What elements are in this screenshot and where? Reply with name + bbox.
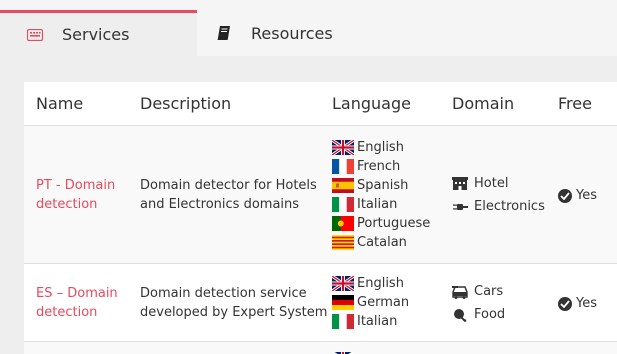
- service-description: Domain detector for Hotels and Electroni…: [140, 178, 317, 212]
- tab-services[interactable]: Services: [0, 10, 197, 56]
- domain-item: Cars: [452, 282, 505, 301]
- tab-bar: Services Resources: [0, 0, 617, 56]
- header-domain: Domain: [452, 94, 515, 113]
- book-icon: [215, 24, 233, 42]
- domain-item: Hotel: [452, 174, 545, 193]
- check-circle-icon: [558, 188, 572, 203]
- drumstick-icon: [452, 308, 468, 322]
- check-circle-icon: [558, 296, 572, 311]
- language-list: English French Spanish Italian Portugues…: [332, 138, 430, 252]
- language-item: Portuguese: [332, 214, 430, 233]
- uk-flag-icon: [332, 276, 354, 291]
- free-status: Yes: [558, 294, 597, 313]
- table-header: Name Description Language Domain Free: [24, 82, 617, 126]
- free-status: Yes: [558, 186, 597, 205]
- table-row: PT - Domain detection Domain detector fo…: [24, 126, 617, 264]
- header-language: Language: [332, 94, 411, 113]
- domain-list: Cars Food: [452, 282, 505, 324]
- tab-resources[interactable]: Resources: [197, 10, 397, 56]
- france-flag-icon: [332, 159, 354, 174]
- uk-flag-icon: [332, 140, 354, 155]
- service-name-link[interactable]: PT - Domain detection: [36, 176, 115, 214]
- domain-list: Hotel Electronics: [452, 174, 545, 216]
- plug-icon: [452, 200, 468, 214]
- car-icon: [452, 285, 468, 299]
- keyboard-icon: [26, 26, 44, 44]
- service-description: Domain detection service developed by Ex…: [140, 286, 328, 320]
- table-row: ES – Domain detection Domain detection s…: [24, 264, 617, 342]
- language-item: Spanish: [332, 176, 430, 195]
- italy-flag-icon: [332, 197, 354, 212]
- header-free: Free: [558, 94, 592, 113]
- language-item: English: [332, 274, 409, 293]
- header-name: Name: [36, 94, 84, 113]
- catalonia-flag-icon: [332, 235, 354, 250]
- header-description: Description: [140, 94, 232, 113]
- language-item: Italian: [332, 312, 409, 331]
- services-table: Name Description Language Domain Free PT…: [24, 82, 617, 354]
- portugal-flag-icon: [332, 216, 354, 231]
- tab-resources-label: Resources: [251, 23, 333, 43]
- language-list: English German Italian: [332, 274, 409, 331]
- germany-flag-icon: [332, 295, 354, 310]
- language-item: Italian: [332, 195, 430, 214]
- table-row: [24, 342, 617, 354]
- service-name-link[interactable]: ES – Domain detection: [36, 284, 118, 322]
- language-item: German: [332, 293, 409, 312]
- spain-flag-icon: [332, 178, 354, 193]
- italy-flag-icon: [332, 314, 354, 329]
- hotel-icon: [452, 177, 468, 191]
- domain-item: Electronics: [452, 197, 545, 216]
- language-item: Catalan: [332, 233, 430, 252]
- language-item: English: [332, 138, 430, 157]
- language-item: French: [332, 157, 430, 176]
- domain-item: Food: [452, 305, 505, 324]
- tab-services-label: Services: [62, 25, 130, 44]
